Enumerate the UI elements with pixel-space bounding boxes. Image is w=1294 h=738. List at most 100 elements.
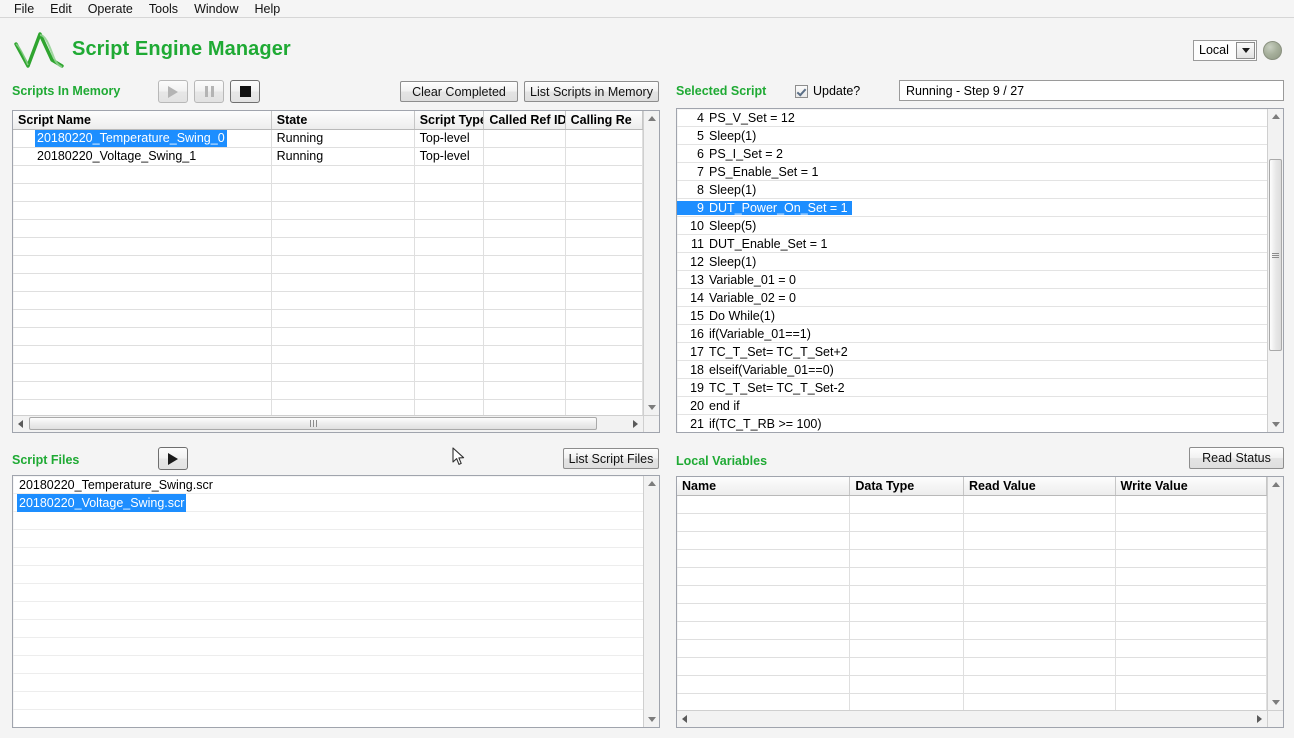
run-script-file-button[interactable]	[158, 447, 188, 470]
col-name[interactable]: Name	[677, 477, 850, 495]
local-variables-hscrollbar[interactable]	[677, 710, 1267, 727]
menu-item-help[interactable]: Help	[247, 0, 289, 18]
code-line[interactable]: 15Do While(1)	[677, 307, 1267, 325]
waveform-logo-icon	[12, 30, 68, 70]
table-row[interactable]: 20180220_Temperature_Swing_0 Running Top…	[13, 130, 643, 148]
code-line[interactable]: 14Variable_02 = 0	[677, 289, 1267, 307]
scroll-up-icon[interactable]	[644, 111, 659, 126]
table-row-empty	[13, 184, 643, 202]
col-write-value[interactable]: Write Value	[1116, 477, 1267, 495]
code-line[interactable]: 20end if	[677, 397, 1267, 415]
script-status-field: Running - Step 9 / 27	[899, 80, 1284, 101]
code-line[interactable]: 21if(TC_T_RB >= 100)	[677, 415, 1267, 432]
code-line[interactable]: 16if(Variable_01==1)	[677, 325, 1267, 343]
table-row-empty	[677, 658, 1267, 676]
scroll-left-icon[interactable]	[677, 711, 692, 726]
code-line[interactable]: 13Variable_01 = 0	[677, 271, 1267, 289]
menu-item-edit[interactable]: Edit	[42, 0, 80, 18]
code-line[interactable]: 8Sleep(1)	[677, 181, 1267, 199]
code-line-text: PS_Enable_Set = 1	[709, 165, 822, 179]
list-item[interactable]: 20180220_Temperature_Swing.scr	[13, 476, 643, 494]
cell-calling-ref	[566, 148, 643, 165]
code-line-number: 21	[677, 417, 709, 431]
script-files-vscrollbar[interactable]	[643, 476, 659, 727]
col-script-name[interactable]: Script Name	[13, 111, 272, 129]
chevron-down-icon[interactable]	[1236, 42, 1255, 59]
scroll-right-icon[interactable]	[1252, 711, 1267, 726]
code-line[interactable]: 17TC_T_Set= TC_T_Set+2	[677, 343, 1267, 361]
list-script-files-button[interactable]: List Script Files	[563, 448, 659, 469]
col-data-type[interactable]: Data Type	[850, 477, 964, 495]
local-variables-vscrollbar[interactable]	[1267, 477, 1283, 710]
menu-item-window[interactable]: Window	[186, 0, 246, 18]
code-line[interactable]: 19TC_T_Set= TC_T_Set-2	[677, 379, 1267, 397]
table-row-empty	[13, 328, 643, 346]
list-item-empty	[13, 530, 643, 548]
play-icon	[168, 86, 178, 98]
col-calling-ref[interactable]: Calling Re	[566, 111, 643, 129]
code-line-text: PS_V_Set = 12	[709, 111, 799, 125]
code-line-number: 12	[677, 255, 709, 269]
code-line[interactable]: 10Sleep(5)	[677, 217, 1267, 235]
selected-script-listing: 4PS_V_Set = 125Sleep(1)6PS_I_Set = 27PS_…	[676, 108, 1284, 433]
scripts-table-vscrollbar[interactable]	[643, 111, 659, 415]
code-line[interactable]: 7PS_Enable_Set = 1	[677, 163, 1267, 181]
list-item-empty	[13, 512, 643, 530]
code-line[interactable]: 5Sleep(1)	[677, 127, 1267, 145]
scroll-up-icon[interactable]	[1268, 109, 1283, 124]
scroll-up-icon[interactable]	[1268, 477, 1283, 492]
scroll-right-icon[interactable]	[628, 416, 643, 431]
code-line-number: 10	[677, 219, 709, 233]
col-called-ref-id[interactable]: Called Ref ID	[484, 111, 565, 129]
list-item-empty	[13, 674, 643, 692]
clear-completed-button[interactable]: Clear Completed	[400, 81, 518, 102]
cell-script-name[interactable]: 20180220_Temperature_Swing_0	[13, 130, 272, 147]
hscroll-thumb[interactable]	[29, 417, 597, 430]
table-row-empty	[677, 622, 1267, 640]
scroll-up-icon[interactable]	[644, 476, 659, 491]
file-name: 20180220_Temperature_Swing.scr	[17, 476, 215, 494]
scripts-table-hscrollbar[interactable]	[13, 415, 643, 432]
vscroll-thumb[interactable]	[1269, 159, 1282, 351]
list-item-empty	[13, 620, 643, 638]
code-line[interactable]: 4PS_V_Set = 12	[677, 109, 1267, 127]
code-line[interactable]: 11DUT_Enable_Set = 1	[677, 235, 1267, 253]
col-read-value[interactable]: Read Value	[964, 477, 1115, 495]
list-item[interactable]: 20180220_Voltage_Swing.scr	[13, 494, 643, 512]
code-line-number: 4	[677, 111, 709, 125]
code-line[interactable]: 12Sleep(1)	[677, 253, 1267, 271]
list-scripts-in-memory-button[interactable]: List Scripts in Memory	[524, 81, 659, 102]
target-select[interactable]: Local	[1193, 40, 1257, 61]
table-row[interactable]: 20180220_Voltage_Swing_1 Running Top-lev…	[13, 148, 643, 166]
code-line-number: 7	[677, 165, 709, 179]
stop-button[interactable]	[230, 80, 260, 103]
scroll-left-icon[interactable]	[13, 416, 28, 431]
table-row-empty	[677, 586, 1267, 604]
code-vscrollbar[interactable]	[1267, 109, 1283, 432]
code-line[interactable]: 18elseif(Variable_01==0)	[677, 361, 1267, 379]
scroll-down-icon[interactable]	[1268, 695, 1283, 710]
menu-item-tools[interactable]: Tools	[141, 0, 186, 18]
cell-script-name[interactable]: 20180220_Voltage_Swing_1	[13, 148, 272, 165]
code-line-number: 16	[677, 327, 709, 341]
read-status-button[interactable]: Read Status	[1189, 447, 1284, 469]
col-script-type[interactable]: Script Type	[415, 111, 485, 129]
pause-button[interactable]	[194, 80, 224, 103]
col-state[interactable]: State	[272, 111, 415, 129]
table-row-empty	[677, 532, 1267, 550]
code-lines-container[interactable]: 4PS_V_Set = 125Sleep(1)6PS_I_Set = 27PS_…	[677, 109, 1267, 432]
menu-item-file[interactable]: File	[6, 0, 42, 18]
update-checkbox-group[interactable]: Update?	[795, 83, 860, 99]
script-files-label: Script Files	[12, 453, 79, 467]
list-item-empty	[13, 566, 643, 584]
code-line[interactable]: 6PS_I_Set = 2	[677, 145, 1267, 163]
scroll-down-icon[interactable]	[1268, 417, 1283, 432]
code-line[interactable]: 9DUT_Power_On_Set = 1	[677, 199, 1267, 217]
update-checkbox[interactable]	[795, 85, 808, 98]
scroll-down-icon[interactable]	[644, 712, 659, 727]
menu-item-operate[interactable]: Operate	[80, 0, 141, 18]
scroll-down-icon[interactable]	[644, 400, 659, 415]
play-button[interactable]	[158, 80, 188, 103]
code-line-number: 6	[677, 147, 709, 161]
code-line-text: Sleep(5)	[709, 219, 760, 233]
